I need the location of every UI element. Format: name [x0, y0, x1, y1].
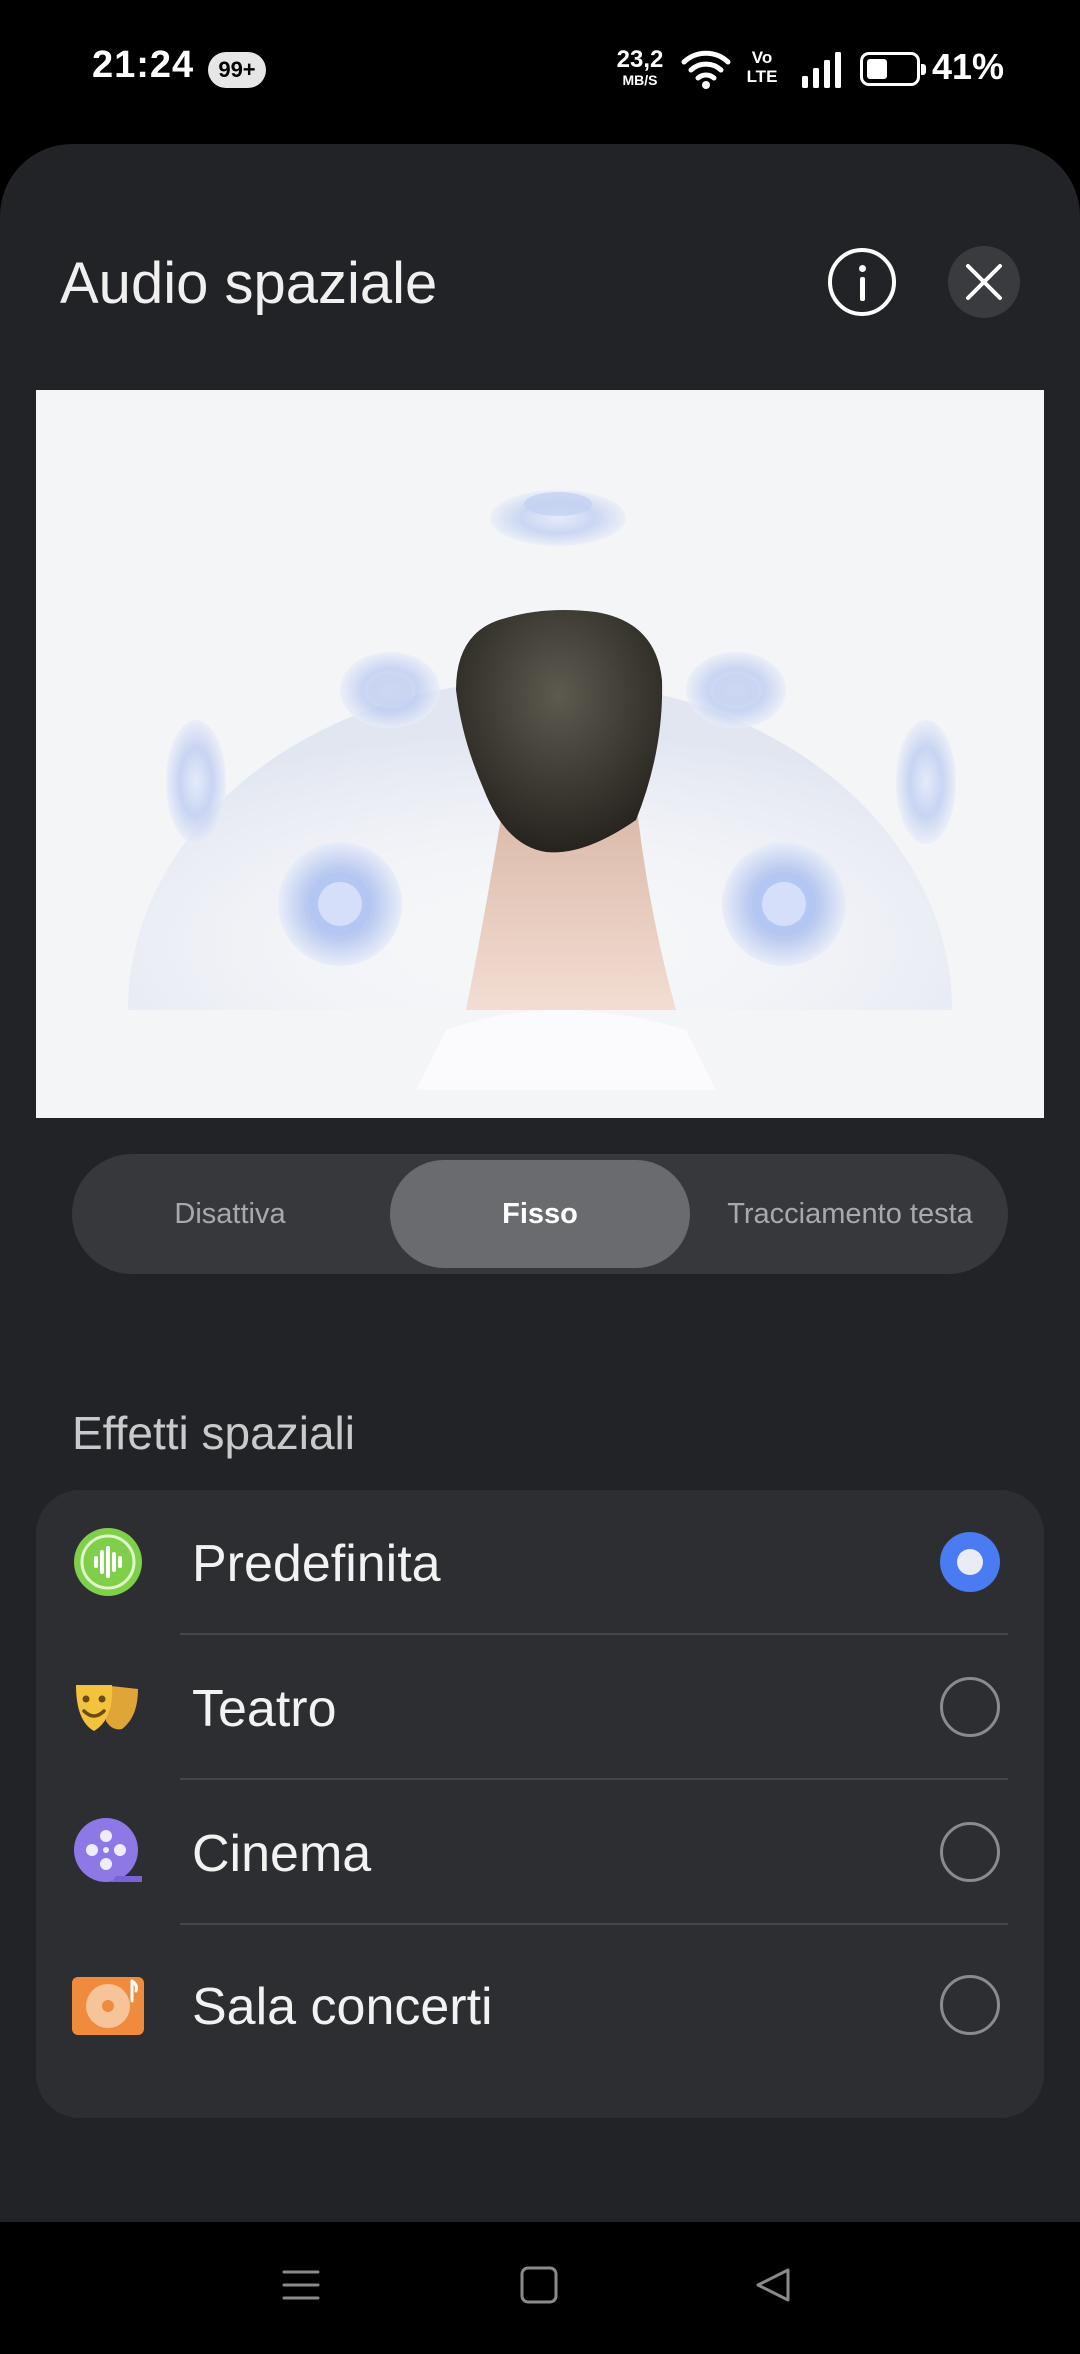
notification-badge: 99+ — [208, 52, 266, 88]
network-speed-unit: MB/S — [622, 72, 658, 88]
radio-button[interactable] — [940, 1975, 1000, 2035]
radio-button-selected[interactable] — [940, 1532, 1000, 1592]
mode-option-tracciamento-testa[interactable]: Tracciamento testa — [700, 1160, 1000, 1268]
volte-bottom: LTE — [746, 67, 778, 86]
volte-top: Vo — [751, 48, 773, 67]
effect-item-cinema[interactable]: Cinema — [36, 1780, 1044, 1925]
mode-option-disattiva[interactable]: Disattiva — [80, 1160, 380, 1268]
effect-label: Cinema — [192, 1825, 372, 1883]
navigation-bar — [0, 2222, 1080, 2354]
effect-label: Teatro — [192, 1680, 337, 1738]
info-icon[interactable] — [828, 248, 896, 316]
battery-percent: 41% — [932, 46, 1005, 87]
sound-wave-icon — [74, 1528, 142, 1596]
effect-item-predefinita[interactable]: Predefinita — [36, 1490, 1044, 1635]
network-speed: 23,2 MB/S — [612, 46, 668, 88]
section-title-spatial-effects: Effetti spaziali — [72, 1407, 355, 1459]
theater-masks-icon — [76, 1685, 138, 1731]
network-speed-value: 23,2 — [616, 46, 664, 73]
head-speakers-illustration — [128, 490, 956, 1090]
status-time: 21:24 — [92, 44, 195, 86]
effect-item-sala-concerti[interactable]: Sala concerti — [36, 1925, 1044, 2070]
radio-button[interactable] — [940, 1677, 1000, 1737]
effect-label: Sala concerti — [192, 1978, 493, 2036]
spatial-effects-list: Predefinita Teatro Cinema Sala concerti — [36, 1490, 1044, 2118]
spatial-mode-selector: Disattiva Fisso Tracciamento testa — [72, 1154, 1008, 1274]
battery-icon — [860, 52, 926, 86]
effect-label: Predefinita — [192, 1535, 441, 1593]
volte-indicator: Vo LTE — [744, 48, 780, 86]
mode-option-fisso[interactable]: Fisso — [390, 1160, 690, 1268]
vinyl-record-icon — [72, 1977, 144, 2035]
wifi-icon — [681, 50, 731, 89]
home-icon[interactable] — [518, 2264, 560, 2306]
spatial-audio-illustration — [36, 390, 1044, 1118]
back-icon[interactable] — [752, 2264, 794, 2306]
close-button[interactable] — [948, 246, 1020, 318]
effect-item-teatro[interactable]: Teatro — [36, 1635, 1044, 1780]
spatial-audio-sheet: Audio spaziale Disattiva Fisso Tracciame… — [0, 144, 1080, 2222]
status-bar: 21:24 99+ 23,2 MB/S Vo LTE 41% — [0, 0, 1080, 140]
film-reel-icon — [74, 1818, 142, 1882]
sheet-title: Audio spaziale — [60, 251, 438, 316]
radio-button[interactable] — [940, 1822, 1000, 1882]
close-icon — [966, 264, 1002, 300]
signal-icon — [802, 52, 841, 88]
menu-icon[interactable] — [280, 2264, 322, 2306]
